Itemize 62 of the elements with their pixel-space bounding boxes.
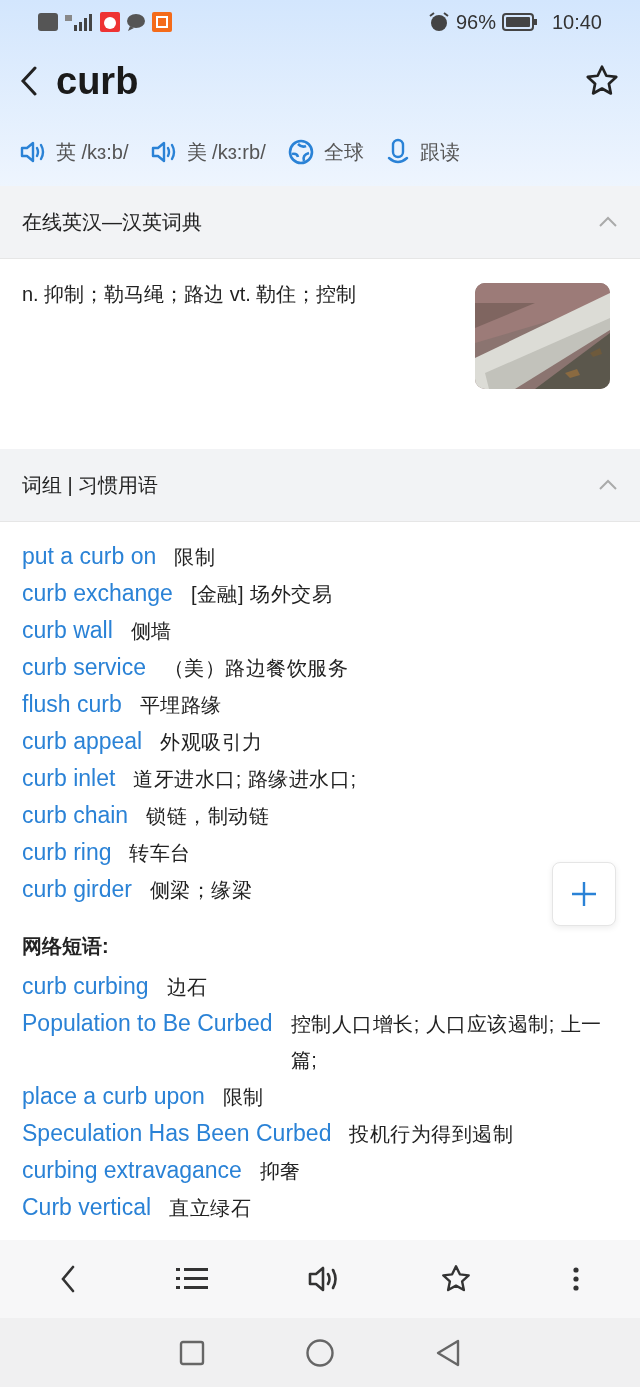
phrase-translation: 侧墙 (130, 619, 172, 644)
alarm-icon (427, 11, 450, 33)
phrase-translation: 锁链，制动链 (146, 804, 270, 829)
phrase-link[interactable]: place a curb upon (22, 1078, 205, 1114)
app-icon (152, 12, 172, 32)
hd-icon (38, 13, 58, 31)
pronunciation-button[interactable]: 英 /kɜ:b/ (20, 138, 129, 166)
speaker-icon[interactable] (308, 1265, 340, 1293)
app-icon (100, 12, 120, 32)
definition-text: n. 抑制；勒马绳；路边 vt. 勒住；控制 (22, 282, 358, 307)
phrase-translation: 直立绿石 (169, 1196, 252, 1221)
subsection-title: 网络短语: (22, 934, 110, 959)
phrase-link[interactable]: curb service (22, 649, 146, 685)
phrase-translation: 转车台 (129, 841, 191, 866)
back-button[interactable] (60, 1265, 76, 1293)
phrase-link[interactable]: Population to Be Curbed (22, 1005, 273, 1041)
phrase-link[interactable]: Curb vertical (22, 1189, 152, 1225)
globe-icon (287, 139, 314, 165)
phrase-link[interactable]: curb ring (22, 834, 112, 870)
section-title: 词组 | 习惯用语 (22, 472, 159, 498)
pronunciation-button[interactable]: 美 /kɜ:rb/ (150, 138, 266, 166)
phrase-link[interactable]: curb appeal (22, 723, 143, 759)
phrase-link[interactable]: curb chain (22, 797, 129, 833)
chat-icon (126, 13, 146, 31)
phrase-link[interactable]: curbing extravagance (22, 1152, 242, 1188)
add-button[interactable] (552, 862, 616, 926)
speaker-icon (150, 140, 177, 164)
phrase-translation: 控制人口增长; 人口应该遏制; 上一篇; (290, 1012, 603, 1073)
microphone-icon (385, 138, 410, 166)
list-icon[interactable] (176, 1266, 208, 1292)
battery-percent: 96% (455, 10, 496, 34)
phrase-link[interactable]: Speculation Has Been Curbed (22, 1115, 332, 1151)
home-button[interactable] (305, 1337, 335, 1368)
global-button[interactable]: 全球 (287, 138, 364, 166)
phrase-translation: 限制 (222, 1085, 264, 1110)
phrase-link[interactable]: curb curbing (22, 968, 149, 1004)
phrase-translation: 侧梁；缘梁 (149, 878, 253, 903)
follow-read-button[interactable]: 跟读 (385, 138, 460, 166)
more-icon[interactable] (572, 1266, 580, 1292)
phrase-translation: 限制 (174, 545, 216, 570)
phrase-translation: [金融] 场外交易 (190, 582, 333, 607)
phrase-translation: （美）路边餐饮服务 (164, 656, 349, 681)
signal-icon (64, 13, 94, 31)
phrase-link[interactable]: curb inlet (22, 760, 116, 796)
recents-button[interactable] (179, 1339, 205, 1366)
phrase-translation: 外观吸引力 (160, 730, 263, 755)
phrase-translation: 边石 (166, 975, 208, 1000)
phrase-link[interactable]: curb wall (22, 612, 113, 648)
section-title: 在线英汉—汉英词典 (22, 209, 202, 235)
phrase-translation: 抑奢 (259, 1159, 301, 1184)
phrase-link[interactable]: curb exchange (22, 575, 173, 611)
phrase-translation: 投机行为得到遏制 (349, 1122, 514, 1147)
speaker-icon (20, 140, 46, 164)
phrase-link[interactable]: curb girder (22, 871, 132, 907)
headword: curb (56, 59, 140, 103)
clock-time: 10:40 (551, 10, 602, 34)
phrase-translation: 平埋路缘 (139, 693, 222, 718)
phrase-link[interactable]: flush curb (22, 686, 122, 722)
battery-icon (501, 13, 538, 31)
plus-icon (571, 881, 597, 907)
phrase-link[interactable]: put a curb on (22, 538, 157, 574)
phrase-translation: 道牙进水口; 路缘进水口; (133, 767, 357, 792)
